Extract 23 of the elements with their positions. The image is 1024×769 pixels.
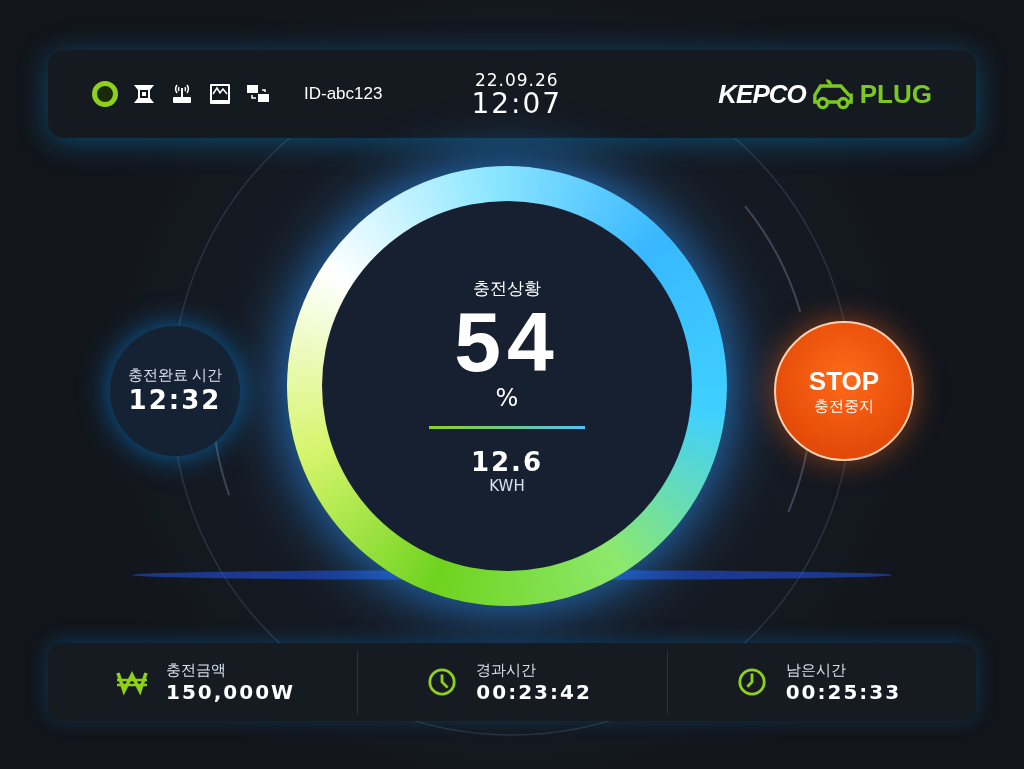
- stop-button[interactable]: STOP 충전중지: [774, 320, 914, 461]
- completion-time: 12:32: [128, 385, 222, 415]
- monitor-chart-icon: [208, 82, 232, 106]
- charge-percent: 54: [454, 299, 560, 384]
- clock-icon: [735, 667, 768, 697]
- completion-label: 충전완료 시간: [127, 366, 223, 385]
- logo-text: KEPCO: [718, 78, 806, 110]
- stat-value: 00:23:42: [476, 679, 592, 704]
- stat-value: 150,000W: [166, 679, 296, 704]
- energy-unit: KWH: [489, 476, 525, 495]
- stat-value: 00:25:33: [785, 679, 902, 704]
- date-text: 22.09.26: [474, 70, 559, 90]
- clock-icon: [426, 667, 459, 697]
- energy-value: 12.6: [470, 446, 544, 477]
- percent-unit: %: [495, 383, 519, 412]
- charge-status-label: 충전상황: [473, 276, 541, 300]
- stat-label: 경과시간: [476, 660, 538, 680]
- router-icon: [170, 82, 194, 106]
- clock-time: 12:07: [471, 90, 563, 118]
- stat-label: 충전금액: [166, 660, 227, 680]
- device-id: ID-abc123: [304, 84, 383, 104]
- stat-label: 남은시간: [785, 660, 847, 680]
- logo-text: PLUG: [859, 78, 932, 110]
